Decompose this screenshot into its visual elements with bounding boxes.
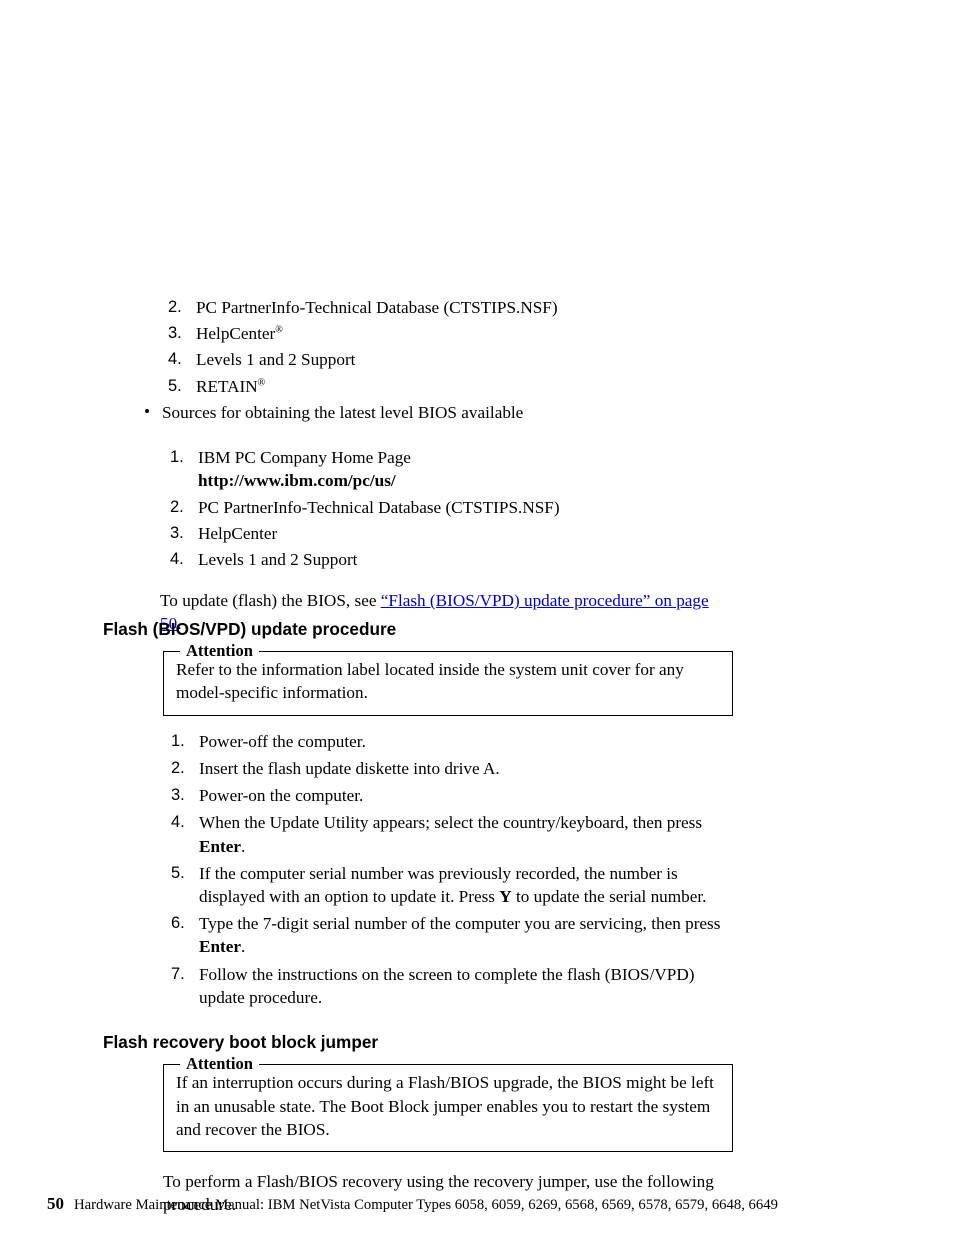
step-number: 1. (171, 730, 185, 752)
step-text: Type the 7-digit serial number of the co… (199, 914, 720, 933)
bullet-text: Sources for obtaining the latest level B… (162, 403, 523, 422)
list-resources-b: 1. IBM PC Company Home Page http://www.i… (162, 446, 730, 571)
attention-legend: Attention (180, 640, 259, 662)
key-name: Enter (199, 937, 241, 956)
list-resources-a: 2. PC PartnerInfo-Technical Database (CTS… (160, 296, 730, 398)
list-text: HelpCenter (196, 324, 275, 343)
list-text: RETAIN (196, 377, 258, 396)
list-marker: 1. (170, 446, 184, 468)
list-marker: 4. (170, 548, 184, 570)
item-body: IBM PC Company Home Page http://www.ibm.… (198, 446, 730, 492)
step-item: 1. Power-off the computer. (163, 730, 733, 753)
step-number: 4. (171, 811, 185, 833)
text-line: IBM PC Company Home Page (198, 446, 730, 469)
registered-mark: ® (258, 377, 266, 388)
step-number: 7. (171, 963, 185, 985)
registered-mark: ® (275, 324, 283, 335)
heading-2: Flash recovery boot block jumper (103, 1031, 733, 1054)
step-number: 3. (171, 784, 185, 806)
step-text: Insert the flash update diskette into dr… (199, 759, 500, 778)
step-item: 6. Type the 7-digit serial number of the … (163, 912, 733, 958)
step-text: . (241, 837, 245, 856)
text: To update (flash) the BIOS, see (160, 591, 381, 610)
attention-box: Attention Refer to the information label… (163, 651, 733, 715)
heading-2: Flash (BIOS/VPD) update procedure (103, 618, 733, 641)
list-marker: 2. (168, 296, 182, 318)
list-marker: 3. (168, 322, 182, 344)
step-text: . (241, 937, 245, 956)
attention-box: Attention If an interruption occurs duri… (163, 1064, 733, 1152)
section-flash-update: Flash (BIOS/VPD) update procedure Attent… (103, 618, 733, 1218)
step-text: to update the serial number. (512, 887, 707, 906)
step-text: Power-off the computer. (199, 732, 366, 751)
list-marker: 5. (168, 375, 182, 397)
bullet-item: Sources for obtaining the latest level B… (142, 401, 730, 571)
url-text: http://www.ibm.com/pc/us/ (198, 469, 730, 492)
step-item: 2. Insert the flash update diskette into … (163, 757, 733, 780)
body-column: 2. PC PartnerInfo-Technical Database (CTS… (160, 296, 730, 636)
page-footer: 50 Hardware Maintenance Manual: IBM NetVi… (47, 1191, 907, 1217)
page-number: 50 (47, 1194, 64, 1213)
step-item: 3. Power-on the computer. (163, 784, 733, 807)
step-number: 5. (171, 862, 185, 884)
list-item: 4. Levels 1 and 2 Support (162, 548, 730, 571)
attention-legend: Attention (180, 1053, 259, 1075)
step-text: Follow the instructions on the screen to… (199, 965, 695, 1007)
step-text: When the Update Utility appears; select … (199, 813, 702, 832)
list-text: PC PartnerInfo-Technical Database (CTSTI… (196, 298, 558, 317)
list-text: Levels 1 and 2 Support (196, 350, 355, 369)
list-text: HelpCenter (198, 524, 277, 543)
list-marker: 2. (170, 496, 184, 518)
step-number: 2. (171, 757, 185, 779)
footer-text: Hardware Maintenance Manual: IBM NetVist… (74, 1197, 778, 1213)
key-name: Enter (199, 837, 241, 856)
list-item: 4. Levels 1 and 2 Support (160, 348, 730, 371)
list-item: 3. HelpCenter (162, 522, 730, 545)
list-marker: 4. (168, 348, 182, 370)
list-item: 2. PC PartnerInfo-Technical Database (CTS… (162, 496, 730, 519)
bullet-list: Sources for obtaining the latest level B… (142, 401, 730, 571)
attention-body: Refer to the information label located i… (176, 658, 722, 704)
list-text: Levels 1 and 2 Support (198, 550, 357, 569)
list-item: 5. RETAIN® (160, 375, 730, 398)
list-item: 3. HelpCenter® (160, 322, 730, 345)
list-item: 1. IBM PC Company Home Page http://www.i… (162, 446, 730, 492)
document-page: 2. PC PartnerInfo-Technical Database (CTS… (0, 0, 954, 1235)
list-text: PC PartnerInfo-Technical Database (CTSTI… (198, 498, 560, 517)
step-text: Power-on the computer. (199, 786, 363, 805)
step-item: 4. When the Update Utility appears; selec… (163, 811, 733, 857)
step-number: 6. (171, 912, 185, 934)
step-item: 7. Follow the instructions on the screen … (163, 963, 733, 1009)
key-name: Y (499, 887, 511, 906)
attention-body: If an interruption occurs during a Flash… (176, 1071, 722, 1141)
step-item: 5.If the computer serial number was prev… (163, 862, 733, 908)
procedure-steps: 1. Power-off the computer. 2. Insert the f… (163, 730, 733, 1009)
list-item: 2. PC PartnerInfo-Technical Database (CTS… (160, 296, 730, 319)
list-marker: 3. (170, 522, 184, 544)
